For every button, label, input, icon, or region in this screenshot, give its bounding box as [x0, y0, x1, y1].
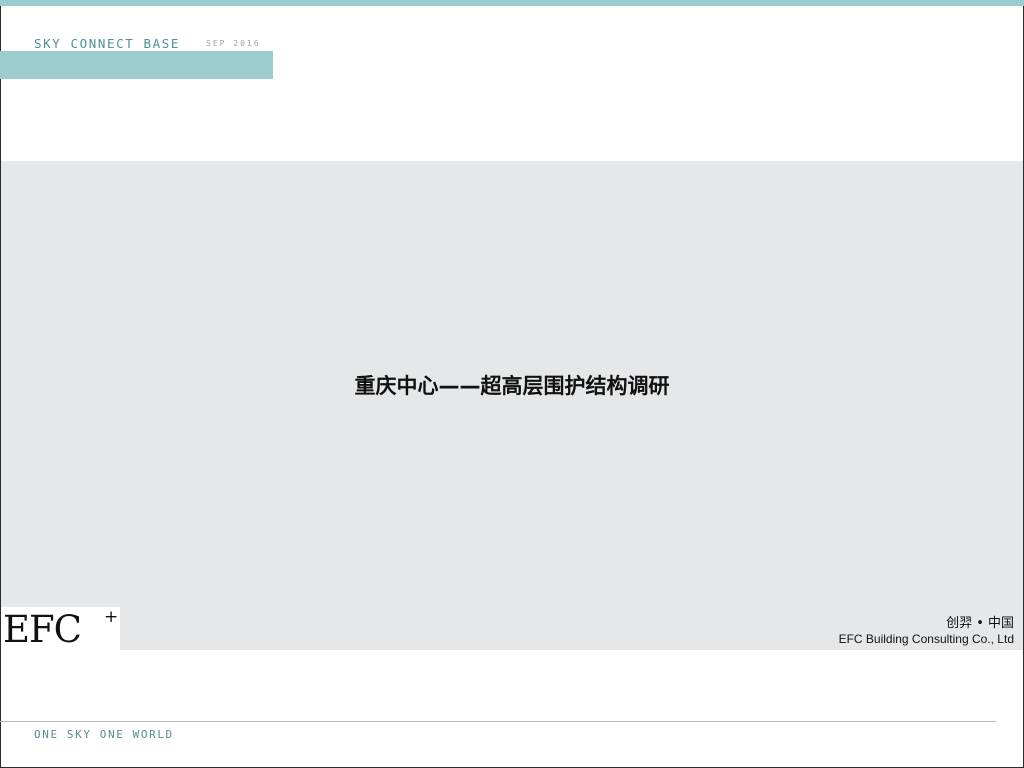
- header-accent-bar: [0, 51, 273, 79]
- company-name-cn: 创羿 • 中国: [946, 616, 1014, 631]
- header-date: SEP 2016: [206, 39, 261, 48]
- header-title: SKY CONNECT BASE: [34, 36, 181, 51]
- slide-title: 重庆中心——超高层围护结构调研: [354, 374, 670, 398]
- footer-divider: [0, 721, 996, 722]
- company-name-en: EFC Building Consulting Co., Ltd: [838, 632, 1014, 646]
- logo-plus-icon: +: [104, 607, 119, 627]
- efc-logo: EFC +: [1, 607, 120, 651]
- footer-slogan: ONE SKY ONE WORLD: [34, 728, 174, 741]
- content-panel: [1, 161, 1023, 650]
- logo-text: EFC: [3, 608, 82, 651]
- top-accent-stripe: [0, 0, 1024, 6]
